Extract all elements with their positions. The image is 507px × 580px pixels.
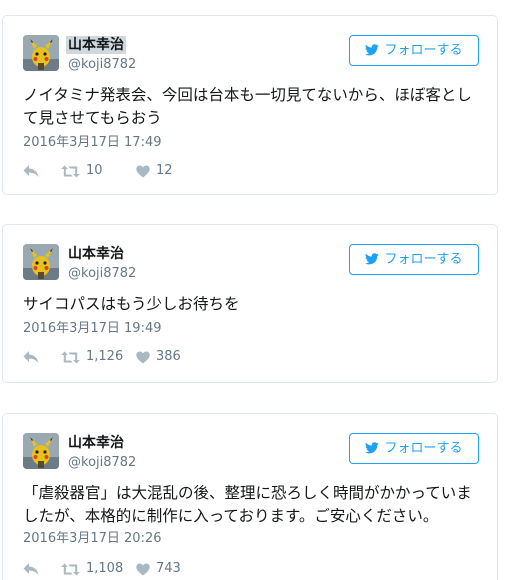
user-handle[interactable]: @koji8782 bbox=[68, 266, 136, 282]
tweet-text: サイコパスはもう少しお待ちを bbox=[23, 295, 240, 313]
retweet-count: 10 bbox=[86, 163, 103, 178]
user-name[interactable]: 山本幸治 bbox=[66, 36, 126, 54]
like-button[interactable]: 386 bbox=[136, 349, 181, 365]
follow-label: フォローする bbox=[384, 252, 463, 267]
tweet-card: 山本幸治 @koji8782 フォローする ノイタミナ発表会、今回は台本も一切見… bbox=[2, 15, 498, 195]
follow-button[interactable]: フォローする bbox=[349, 433, 479, 464]
retweet-count: 1,126 bbox=[86, 349, 124, 364]
retweet-icon bbox=[61, 563, 80, 576]
follow-label: フォローする bbox=[384, 43, 463, 58]
twitter-bird-icon bbox=[365, 247, 380, 276]
retweet-button[interactable]: 10 bbox=[61, 163, 136, 179]
tweet-feed: 山本幸治 @koji8782 フォローする ノイタミナ発表会、今回は台本も一切見… bbox=[0, 0, 507, 580]
twitter-bird-icon bbox=[365, 436, 380, 465]
like-button[interactable]: 12 bbox=[136, 163, 173, 179]
tweet-timestamp[interactable]: 2016年3月17日 20:26 bbox=[23, 531, 162, 547]
retweet-button[interactable]: 1,126 bbox=[61, 349, 136, 365]
retweet-icon bbox=[61, 351, 80, 364]
reply-icon bbox=[23, 350, 39, 364]
reply-button[interactable] bbox=[23, 562, 61, 576]
reply-icon bbox=[23, 164, 39, 178]
retweet-button[interactable]: 1,108 bbox=[61, 561, 136, 577]
like-count: 12 bbox=[156, 163, 173, 178]
like-button[interactable]: 743 bbox=[136, 561, 181, 577]
tweet-actions: 10 12 bbox=[23, 163, 173, 179]
tweet-timestamp[interactable]: 2016年3月17日 17:49 bbox=[23, 135, 162, 151]
tweet-card: 山本幸治 @koji8782 フォローする サイコパスはもう少しお待ちを 201… bbox=[2, 224, 498, 383]
follow-label: フォローする bbox=[384, 441, 463, 456]
tweet-actions: 1,126 386 bbox=[23, 349, 181, 365]
reply-button[interactable] bbox=[23, 164, 61, 178]
like-count: 743 bbox=[156, 561, 181, 576]
heart-icon bbox=[136, 351, 150, 364]
tweet-text: 「虐殺器官」は大混乱の後、整理に恐ろしく時間がかかっていましたが、本格的に制作に… bbox=[23, 484, 472, 525]
user-name[interactable]: 山本幸治 bbox=[68, 434, 124, 452]
twitter-bird-icon bbox=[365, 38, 380, 67]
tweet-text: ノイタミナ発表会、今回は台本も一切見てないから、ほぼ客として見させてもらおう bbox=[23, 86, 472, 127]
tweet-actions: 1,108 743 bbox=[23, 561, 181, 577]
reply-button[interactable] bbox=[23, 350, 61, 364]
avatar[interactable] bbox=[23, 244, 59, 280]
tweet-timestamp[interactable]: 2016年3月17日 19:49 bbox=[23, 321, 162, 337]
avatar[interactable] bbox=[23, 35, 59, 71]
tweet-card: 山本幸治 @koji8782 フォローする 「虐殺器官」は大混乱の後、整理に恐ろ… bbox=[2, 413, 498, 580]
like-count: 386 bbox=[156, 349, 181, 364]
user-name[interactable]: 山本幸治 bbox=[68, 245, 124, 263]
follow-button[interactable]: フォローする bbox=[349, 244, 479, 275]
heart-icon bbox=[136, 563, 150, 576]
retweet-count: 1,108 bbox=[86, 561, 124, 576]
user-handle[interactable]: @koji8782 bbox=[68, 455, 136, 471]
retweet-icon bbox=[61, 165, 80, 178]
reply-icon bbox=[23, 562, 39, 576]
follow-button[interactable]: フォローする bbox=[349, 35, 479, 66]
user-handle[interactable]: @koji8782 bbox=[68, 57, 136, 73]
avatar[interactable] bbox=[23, 433, 59, 469]
heart-icon bbox=[136, 165, 150, 178]
